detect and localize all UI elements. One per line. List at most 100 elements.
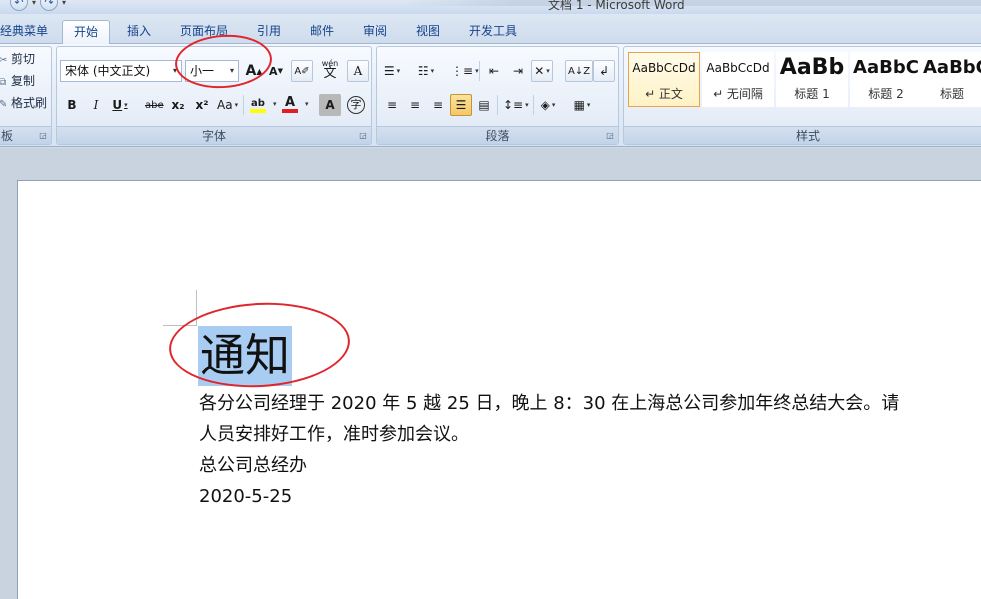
justify-icon: ☰ <box>455 98 467 112</box>
character-shading-label: A <box>325 98 335 112</box>
highlight-label: ab <box>251 97 265 109</box>
bullets-button[interactable]: ☰ ▾ <box>381 60 403 82</box>
borders-button[interactable]: ▦ ▾ <box>571 94 593 116</box>
font-size-combo[interactable]: 小一 ▾ <box>185 60 239 82</box>
style-normal[interactable]: AaBbCcDd ↵ 正文 <box>628 52 700 107</box>
tab-page-layout[interactable]: 页面布局 <box>174 20 234 44</box>
character-border-button[interactable]: A <box>347 60 369 82</box>
font-size-dropdown-icon[interactable]: ▾ <box>226 61 238 81</box>
numbering-dropdown-icon[interactable]: ▾ <box>431 67 435 75</box>
change-case-button[interactable]: Aa ▾ <box>215 94 240 116</box>
font-name-dropdown-icon[interactable]: ▾ <box>169 61 181 81</box>
format-painter-button[interactable]: ✎ 格式刷 <box>0 93 47 113</box>
numbering-button[interactable]: ☷ ▾ <box>415 60 437 82</box>
tab-references[interactable]: 引用 <box>250 20 288 44</box>
highlight-dropdown-icon[interactable]: ▾ <box>273 100 277 108</box>
font-color-button[interactable]: A <box>279 94 301 116</box>
tab-view[interactable]: 视图 <box>409 20 447 44</box>
style-title[interactable]: AaBbC 标题 <box>922 52 981 107</box>
tab-classic-menu[interactable]: 经典菜单 <box>0 20 52 44</box>
distributed-button[interactable]: ▤ <box>473 94 495 116</box>
document-paragraph-line[interactable]: 人员安排好工作，准时参加会议。 <box>199 423 469 447</box>
style-name: 标题 <box>939 87 964 101</box>
tab-insert[interactable]: 插入 <box>120 20 158 44</box>
paragraph-dialog-launcher-icon[interactable]: ◲ <box>605 131 615 141</box>
chinese-layout-button[interactable]: ✕ ▾ <box>531 60 553 82</box>
margin-corner-mark <box>163 325 197 326</box>
character-border-label: A <box>353 64 363 78</box>
clear-formatting-button[interactable]: A✐ <box>291 60 313 82</box>
line-spacing-button[interactable]: ↕≡ ▾ <box>501 94 531 116</box>
phonetic-guide-button[interactable]: wén 文 <box>319 58 341 80</box>
separator <box>243 95 244 115</box>
underline-button[interactable]: U ▾ <box>109 94 131 116</box>
italic-button[interactable]: I <box>85 94 107 116</box>
redo-icon[interactable]: ↷ <box>40 0 59 11</box>
change-case-dropdown-icon[interactable]: ▾ <box>235 101 239 109</box>
style-no-spacing[interactable]: AaBbCcDd ↵ 无间隔 <box>702 52 774 107</box>
font-size-value: 小一 <box>190 64 215 78</box>
document-date[interactable]: 2020-5-25 <box>199 485 292 509</box>
underline-dropdown-icon[interactable]: ▾ <box>124 101 128 109</box>
document-title-selected[interactable]: 通知 <box>198 326 293 386</box>
borders-dropdown-icon[interactable]: ▾ <box>587 101 591 109</box>
align-center-button[interactable]: ≡ <box>404 94 426 116</box>
show-marks-button[interactable]: ↲ <box>593 60 615 82</box>
customize-qat-icon[interactable]: ▾ <box>62 0 66 7</box>
undo-icon[interactable]: ↶ <box>10 0 28 11</box>
line-spacing-dropdown-icon[interactable]: ▾ <box>525 101 529 109</box>
tab-review[interactable]: 审阅 <box>356 20 394 44</box>
strikethrough-label: abe <box>145 99 164 111</box>
separator <box>533 95 534 115</box>
clipboard-dialog-launcher-icon[interactable]: ◲ <box>38 131 48 141</box>
justify-button[interactable]: ☰ <box>450 94 472 116</box>
highlight-button[interactable]: ab <box>247 94 269 116</box>
cut-button[interactable]: ✂ 剪切 <box>0 49 35 69</box>
enclose-characters-button[interactable]: 字 <box>345 94 367 116</box>
style-heading-1[interactable]: AaBb 标题 1 <box>776 52 848 107</box>
superscript-button[interactable]: x² <box>191 94 213 116</box>
undo-dropdown-icon[interactable]: ▾ <box>32 0 36 7</box>
font-dialog-launcher-icon[interactable]: ◲ <box>358 131 368 141</box>
distributed-icon: ▤ <box>478 98 490 112</box>
align-center-icon: ≡ <box>409 98 421 112</box>
paragraph-group: ☰ ▾ ☷ ▾ ⋮≡ ▾ ⇤ ⇥ ✕ ▾ A↓Z ↲ ≡ ≡ ≡ ☰ ▤ ↕≡ ▾ ◈ ▾ … <box>376 46 619 145</box>
chinese-layout-dropdown-icon[interactable]: ▾ <box>546 67 550 75</box>
style-sample: AaBbC <box>853 57 919 78</box>
style-sample: AaBbC <box>923 57 981 78</box>
bullets-dropdown-icon[interactable]: ▾ <box>397 67 401 75</box>
format-painter-label: 格式刷 <box>11 96 48 110</box>
strikethrough-button[interactable]: abe <box>143 94 166 116</box>
decrease-indent-icon: ⇤ <box>488 64 500 78</box>
font-color-dropdown-icon[interactable]: ▾ <box>305 100 309 108</box>
document-paragraph-line[interactable]: 各分公司经理于 2020 年 5 越 25 日，晚上 8：30 在上海总公司参加… <box>199 392 899 416</box>
grow-font-button[interactable]: A ▲ <box>243 60 265 82</box>
copy-button[interactable]: ⧉ 复制 <box>0 71 35 91</box>
grow-font-label: A <box>245 63 257 79</box>
style-heading-2[interactable]: AaBbC 标题 2 <box>850 52 922 107</box>
sort-icon: A↓Z <box>568 65 591 77</box>
font-group-label: 字体 <box>57 126 371 144</box>
font-name-value: 宋体 (中文正文) <box>65 64 151 78</box>
shrink-font-button[interactable]: A ▼ <box>265 60 287 82</box>
align-right-button[interactable]: ≡ <box>427 94 449 116</box>
document-signature[interactable]: 总公司总经办 <box>199 454 307 478</box>
character-shading-button[interactable]: A <box>319 94 341 116</box>
multilevel-list-button[interactable]: ⋮≡ ▾ <box>449 60 481 82</box>
bold-button[interactable]: B <box>61 94 83 116</box>
decrease-indent-button[interactable]: ⇤ <box>483 60 505 82</box>
increase-indent-button[interactable]: ⇥ <box>507 60 529 82</box>
tab-home[interactable]: 开始 <box>62 20 110 44</box>
window-title: 文档 1 - Microsoft Word <box>548 0 685 12</box>
sort-button[interactable]: A↓Z <box>565 60 594 82</box>
tab-developer[interactable]: 开发工具 <box>462 20 524 44</box>
document-page[interactable] <box>17 180 981 599</box>
tab-mailings[interactable]: 邮件 <box>303 20 341 44</box>
shading-dropdown-icon[interactable]: ▾ <box>552 101 556 109</box>
font-name-combo[interactable]: 宋体 (中文正文) ▾ <box>60 60 182 82</box>
align-left-button[interactable]: ≡ <box>381 94 403 116</box>
align-right-icon: ≡ <box>432 98 444 112</box>
separator <box>497 95 498 115</box>
subscript-button[interactable]: x₂ <box>167 94 189 116</box>
shading-button[interactable]: ◈ ▾ <box>537 94 559 116</box>
